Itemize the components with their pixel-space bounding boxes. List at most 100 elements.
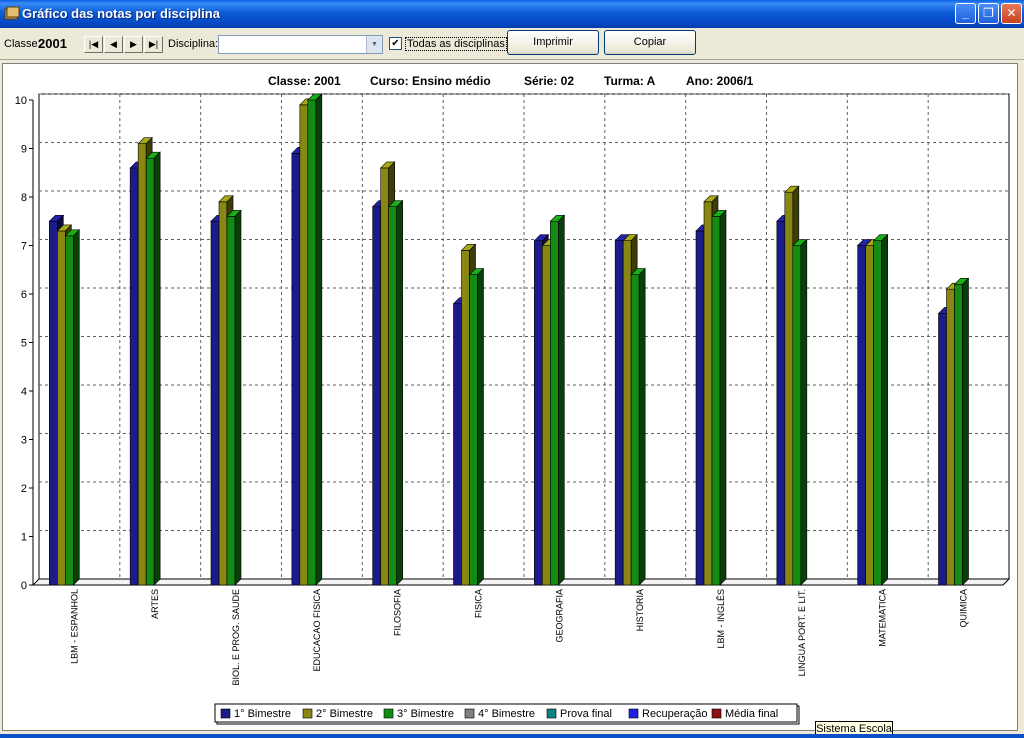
bar-front xyxy=(65,235,74,586)
bar-front xyxy=(550,220,559,586)
header-curso: Curso: Ensino médio xyxy=(370,74,491,88)
bar-front xyxy=(372,206,381,586)
bar-front xyxy=(865,245,874,586)
x-tick-label: EDUCACAO FISICA xyxy=(312,589,322,672)
check-icon: ✔ xyxy=(391,38,400,49)
legend-swatch xyxy=(302,708,313,719)
bar-front xyxy=(622,240,632,586)
bar-side xyxy=(396,199,403,586)
chart: Classe: 2001 Curso: Ensino médio Série: … xyxy=(15,74,1011,725)
restore-icon: ❐ xyxy=(983,6,994,20)
header-classe: Classe: 2001 xyxy=(268,74,341,88)
bar xyxy=(630,267,646,586)
bar-side xyxy=(315,93,323,586)
legend-swatch xyxy=(628,708,639,719)
bar-front xyxy=(695,230,705,586)
last-icon: ▶| xyxy=(148,39,159,49)
y-tick-label: 2 xyxy=(21,483,27,495)
bar xyxy=(711,209,727,586)
x-tick-label: BIOL. E PROG. SAUDE xyxy=(231,589,241,686)
todas-checkbox[interactable]: ✔ xyxy=(389,37,402,50)
bar-front xyxy=(307,99,317,586)
y-axis: 0 1 2 3 4 5 6 7 8 9 10 xyxy=(15,95,34,592)
bar-side xyxy=(638,267,646,586)
bar-side xyxy=(800,238,808,586)
nav-prev-button[interactable]: ◀ xyxy=(104,36,123,53)
x-tick-label: QUIMICA xyxy=(959,589,969,628)
bar-front xyxy=(711,216,721,586)
title-bar: Gráfico das notas por disciplina _ ❐ ✕ xyxy=(0,0,1024,28)
bar-front xyxy=(469,274,478,586)
nav-next-button[interactable]: ▶ xyxy=(124,36,143,53)
chart-legend: 1° Bimestre 2° Bimestre 3° Bimestre 4° Bime… xyxy=(214,703,800,725)
y-tick-label: 7 xyxy=(21,241,27,253)
bar-front xyxy=(299,104,309,586)
bar-front xyxy=(542,245,551,586)
disciplina-select[interactable]: ▼ xyxy=(218,35,383,54)
bar-front xyxy=(857,245,866,586)
legend-label: Recuperação xyxy=(642,708,707,720)
bar-front xyxy=(946,288,955,586)
bar-side xyxy=(477,267,484,586)
bar-side xyxy=(719,209,727,586)
bar xyxy=(872,233,889,586)
bar-front xyxy=(873,240,882,586)
x-tick-label: GEOGRAFIA xyxy=(554,589,564,643)
y-tick-label: 10 xyxy=(15,95,27,107)
bar-front xyxy=(954,284,963,586)
bar-front xyxy=(534,240,543,586)
bar-front xyxy=(461,250,470,586)
bar-front xyxy=(145,157,155,586)
legend-swatch xyxy=(220,708,231,719)
bar-front xyxy=(614,240,624,586)
copiar-button[interactable]: Copiar xyxy=(604,30,696,55)
restore-button[interactable]: ❐ xyxy=(978,3,999,24)
chart-panel: Classe: 2001 Curso: Ensino médio Série: … xyxy=(2,63,1018,731)
minimize-icon: _ xyxy=(962,6,969,20)
close-button[interactable]: ✕ xyxy=(1001,3,1022,24)
header-ano: Ano: 2006/1 xyxy=(686,74,754,88)
legend-label: Prova final xyxy=(560,708,612,720)
todas-label[interactable]: Todas as disciplinas xyxy=(405,37,507,51)
imprimir-button[interactable]: Imprimir xyxy=(507,30,599,55)
bar-front xyxy=(49,220,58,586)
header-serie: Série: 02 xyxy=(524,74,574,88)
y-tick-label: 1 xyxy=(21,532,27,544)
x-tick-label: HISTORIA xyxy=(635,589,645,631)
legend-swatch xyxy=(546,708,557,719)
bar xyxy=(387,199,404,586)
legend-label: 1° Bimestre xyxy=(234,708,291,720)
bar xyxy=(307,93,323,586)
x-tick-label: LBM - ESPANHOL xyxy=(69,589,79,664)
x-tick-label: ARTES xyxy=(150,589,160,619)
dropdown-button[interactable]: ▼ xyxy=(366,36,382,53)
legend-label: 3° Bimestre xyxy=(397,708,454,720)
minimize-button[interactable]: _ xyxy=(955,3,976,24)
bar-side xyxy=(73,229,80,586)
bar-side xyxy=(153,151,161,586)
app-icon xyxy=(4,6,20,20)
bar-front xyxy=(218,201,228,586)
y-tick-label: 0 xyxy=(21,580,27,592)
legend-label: Média final xyxy=(725,708,778,720)
y-tick-label: 6 xyxy=(21,289,27,301)
legend-swatch xyxy=(383,708,394,719)
legend-label: 4° Bimestre xyxy=(478,708,535,720)
x-tick-label: FISICA xyxy=(474,589,484,618)
x-tick-label: MATEMATICA xyxy=(878,589,888,647)
bar-front xyxy=(792,245,802,586)
nav-last-button[interactable]: ▶| xyxy=(144,36,163,53)
bar-front xyxy=(129,167,139,586)
bar-front xyxy=(137,143,147,586)
classe-value: 2001 xyxy=(38,36,67,51)
nav-first-button[interactable]: |◀ xyxy=(84,36,103,53)
next-icon: ▶ xyxy=(130,39,137,49)
legend-label: 2° Bimestre xyxy=(316,708,373,720)
bar-front xyxy=(630,274,640,586)
bar-front xyxy=(380,167,389,586)
bar-front xyxy=(776,220,786,586)
bar-side xyxy=(234,209,242,586)
header-turma: Turma: A xyxy=(604,74,656,88)
legend-swatch xyxy=(711,708,722,719)
bar-side xyxy=(962,277,969,586)
